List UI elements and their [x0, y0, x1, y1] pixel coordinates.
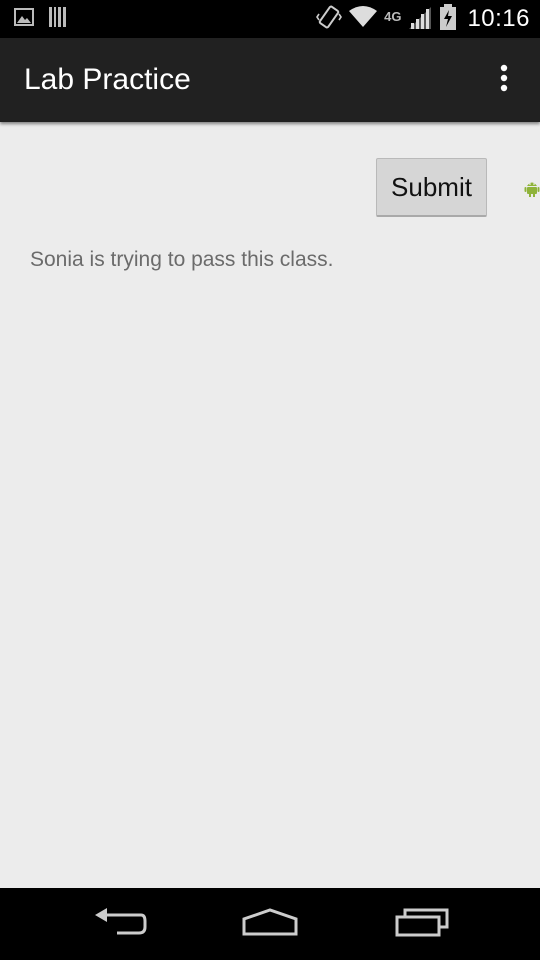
- back-icon: [93, 907, 147, 942]
- home-icon: [241, 907, 299, 942]
- home-button[interactable]: [240, 906, 300, 942]
- system-status-icons: 4G 10:16: [316, 3, 530, 36]
- wifi-icon: [348, 5, 378, 34]
- recents-button[interactable]: [392, 906, 452, 942]
- vibrate-icon: [316, 4, 343, 35]
- notification-icons: [14, 6, 68, 32]
- status-bar: 4G 10:16: [0, 0, 540, 38]
- network-type-label: 4G: [384, 8, 402, 24]
- main-content: Submit Sonia is trying to pass this clas…: [0, 122, 540, 888]
- status-time: 10:16: [467, 5, 530, 32]
- message-text: Sonia is trying to pass this class.: [30, 248, 334, 271]
- overflow-menu-button[interactable]: [486, 60, 522, 100]
- android-icon: [524, 179, 540, 197]
- screen: 4G 10:16 Lab Practice Submit Sonia is tr…: [0, 0, 540, 960]
- action-bar: Lab Practice: [0, 38, 540, 122]
- recents-icon: [395, 907, 449, 942]
- barcode-notification-icon: [48, 6, 68, 33]
- battery-charging-icon: [439, 3, 457, 36]
- signal-icon: [407, 4, 433, 35]
- navigation-bar: [0, 888, 540, 960]
- app-title: Lab Practice: [24, 63, 191, 96]
- image-notification-icon: [14, 7, 34, 32]
- overflow-menu-icon: [499, 63, 509, 98]
- back-button[interactable]: [90, 906, 150, 942]
- submit-button[interactable]: Submit: [376, 158, 487, 217]
